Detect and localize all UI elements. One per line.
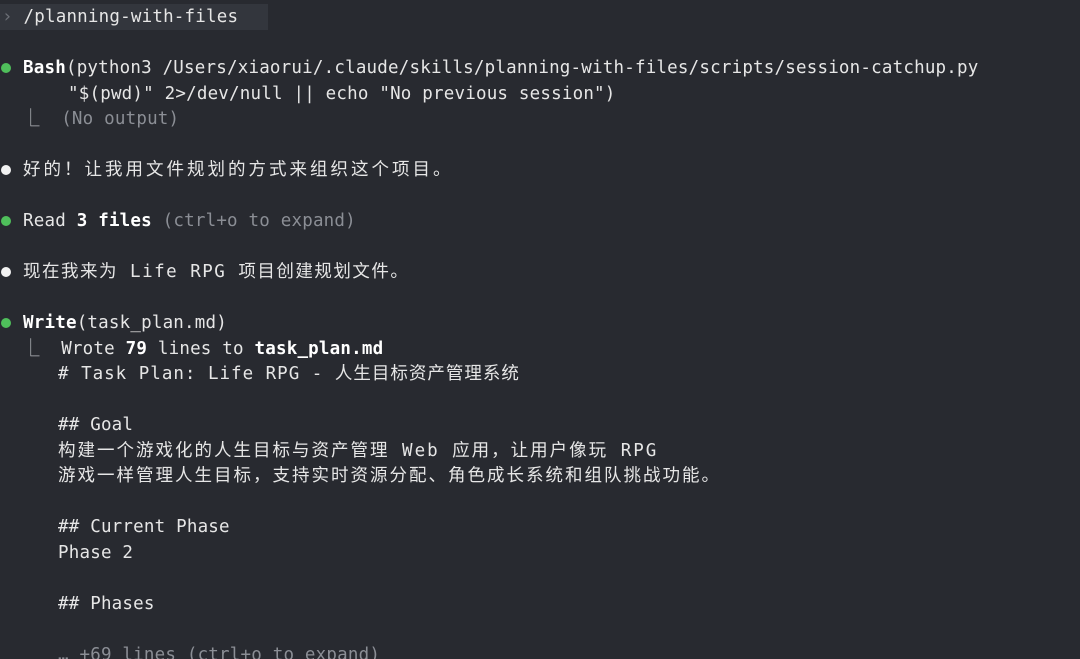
write-result-line: ⎿ Wrote 79 lines to task_plan.md <box>22 337 383 361</box>
bash-tool-call: Bash(python3 /Users/xiaorui/.claude/skil… <box>23 56 979 80</box>
prompt-command: /planning-with-files <box>23 7 239 27</box>
tool-args: (task_plan.md) <box>76 313 227 333</box>
assistant-message: 现在我来为 Life RPG 项目创建规划文件。 <box>23 262 410 282</box>
tool-name: Write <box>23 313 77 333</box>
status-dot-icon <box>1 318 11 328</box>
result-prefix: Wrote <box>61 339 115 359</box>
result-mid: lines to <box>157 339 244 359</box>
file-content-line: ## Phases <box>58 594 155 614</box>
file-content-line: # Task Plan: Life RPG - 人生目标资产管理系统 <box>58 364 520 384</box>
read-files-line[interactable]: Read 3 files (ctrl+o to expand) <box>23 209 356 233</box>
status-dot-icon <box>1 216 11 226</box>
bash-args-continuation: "$(pwd)" 2>/dev/null || echo "No previou… <box>68 84 616 104</box>
file-content-line: ## Current Phase <box>58 517 230 537</box>
assistant-message: 好的！让我用文件规划的方式来组织这个项目。 <box>23 160 454 180</box>
branch-icon: ⎿ <box>22 339 40 359</box>
read-unit: files <box>98 211 152 231</box>
tool-output-line: ⎿ (No output) <box>22 107 179 131</box>
file-content-line: 游戏一样管理人生目标，支持实时资源分配、角色成长系统和组队挑战功能。 <box>58 466 721 486</box>
result-file: task_plan.md <box>254 339 384 359</box>
branch-icon: ⎿ <box>22 109 40 129</box>
prompt-line: › /planning-with-files <box>2 5 238 29</box>
file-content-line: Phase 2 <box>58 543 134 563</box>
prompt-caret-icon: › <box>2 7 13 27</box>
file-content-line: ## Goal <box>58 415 134 435</box>
tool-output: (No output) <box>61 109 180 129</box>
expand-hint: (ctrl+o to expand) <box>162 211 356 231</box>
message-dot-icon <box>1 267 11 277</box>
write-tool-call: Write(task_plan.md) <box>23 311 227 335</box>
result-count: 79 <box>125 339 148 359</box>
tool-args: (python3 /Users/xiaorui/.claude/skills/p… <box>65 58 979 78</box>
read-count: 3 <box>76 211 88 231</box>
message-dot-icon <box>1 165 11 175</box>
tool-name: Bash <box>23 58 66 78</box>
status-dot-icon <box>1 63 11 73</box>
more-lines-hint[interactable]: … +69 lines (ctrl+o to expand) <box>58 643 380 659</box>
read-label: Read <box>23 211 66 231</box>
file-content-line: 构建一个游戏化的人生目标与资产管理 Web 应用，让用户像玩 RPG <box>58 441 659 461</box>
